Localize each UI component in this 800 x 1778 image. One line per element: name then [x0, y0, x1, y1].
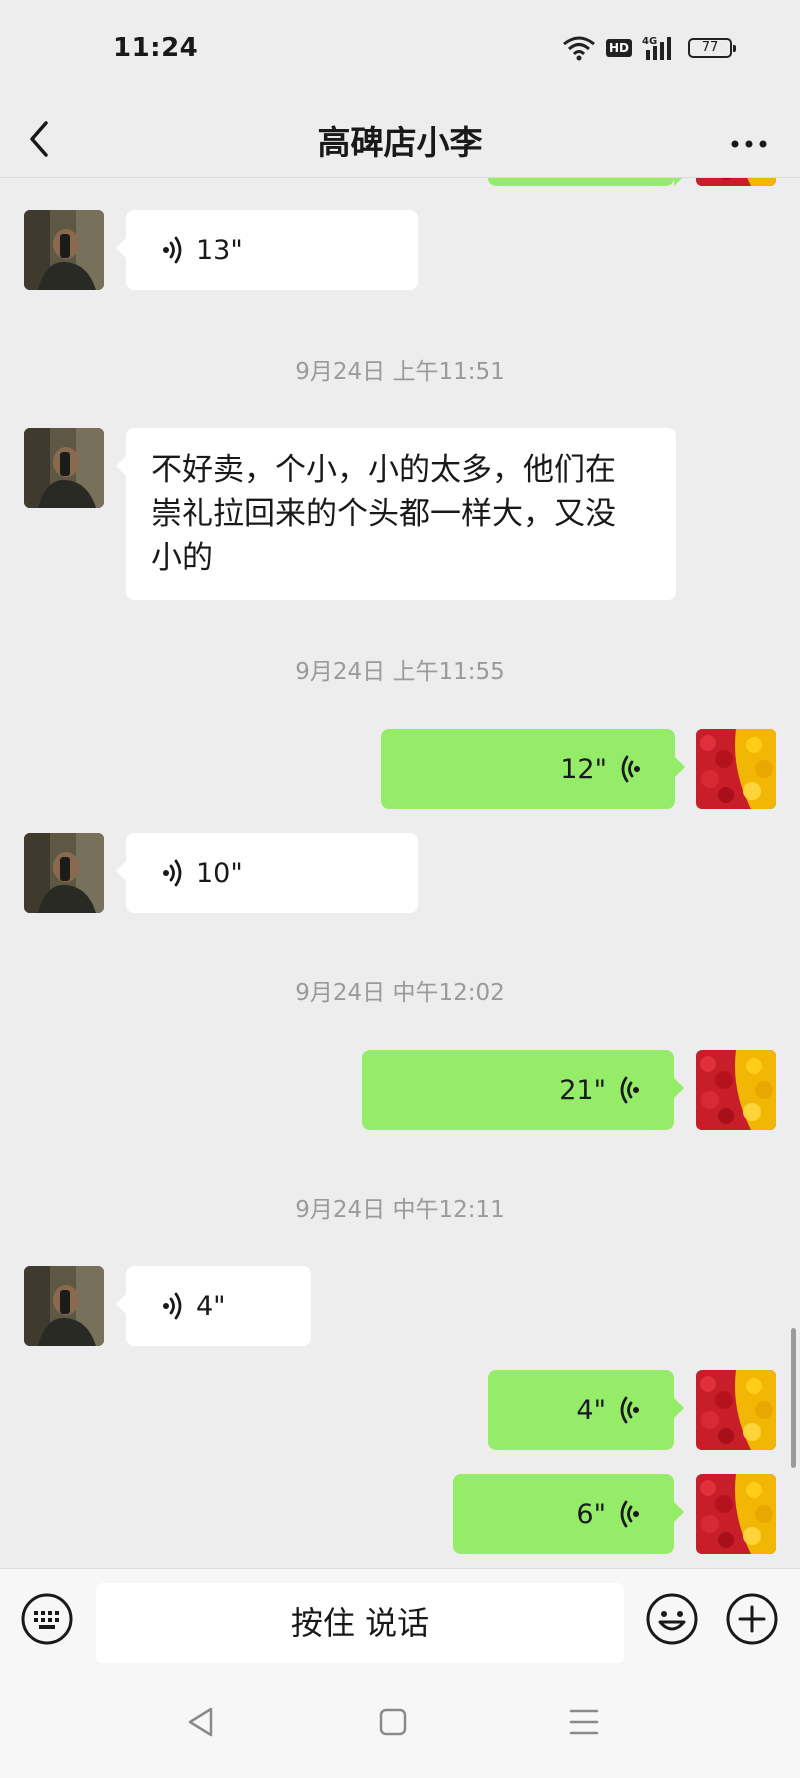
voice-duration: 10": [196, 857, 243, 889]
plus-icon: [726, 1593, 778, 1645]
contact-avatar[interactable]: [24, 210, 104, 290]
chat-title: 高碑店小李: [317, 123, 483, 162]
my-avatar[interactable]: [696, 1050, 776, 1130]
voice-duration: 12": [560, 753, 607, 785]
system-back-button[interactable]: [186, 1706, 216, 1742]
my-avatar[interactable]: [696, 1474, 776, 1554]
voice-duration: 13": [196, 234, 243, 266]
voice-icon: [620, 1500, 639, 1528]
timestamp: 9月24日 中午12:02: [295, 980, 505, 1006]
person-avatar-image: [24, 833, 104, 913]
incoming-voice-bubble[interactable]: 4": [116, 1266, 311, 1346]
flowers-avatar-image: [696, 178, 776, 186]
chat-area[interactable]: 13" 9月24日 上午11:51 不好卖，个小，小的太多，他们在 崇礼拉回来的…: [0, 178, 800, 1568]
battery-level: 77: [701, 40, 719, 55]
message-text-line: 小的: [151, 540, 213, 576]
flowers-avatar-image: [696, 729, 776, 809]
system-home-button[interactable]: [378, 1706, 408, 1742]
voice-icon: [163, 236, 182, 264]
my-avatar[interactable]: [696, 729, 776, 809]
message-text-line: 不好卖，个小，小的太多，他们在: [151, 452, 616, 488]
triangle-back-icon: [188, 1707, 213, 1737]
outgoing-bubble-partial[interactable]: [488, 178, 684, 186]
voice-icon: [620, 1396, 639, 1424]
hold-to-talk-button[interactable]: 按住 说话: [96, 1583, 624, 1663]
voice-icon: [163, 859, 182, 887]
keyboard-icon: [21, 1593, 73, 1645]
incoming-voice-bubble[interactable]: 10": [116, 833, 418, 913]
square-home-icon: [379, 1708, 407, 1736]
flowers-avatar-image: [696, 1474, 776, 1554]
emoji-button[interactable]: [645, 1592, 699, 1646]
system-navigation-bar: [0, 1668, 800, 1778]
my-avatar[interactable]: [696, 178, 776, 186]
outgoing-voice-bubble[interactable]: 12": [381, 729, 685, 809]
timestamp: 9月24日 中午12:11: [295, 1197, 505, 1223]
voice-duration: 6": [576, 1498, 606, 1530]
outgoing-voice-bubble[interactable]: 6": [453, 1474, 684, 1554]
my-avatar[interactable]: [696, 1370, 776, 1450]
contact-avatar[interactable]: [24, 833, 104, 913]
outgoing-voice-bubble[interactable]: 4": [488, 1370, 684, 1450]
battery-indicator: 77: [688, 38, 736, 58]
voice-icon: [163, 1292, 182, 1320]
chat-header: 高碑店小李: [0, 100, 800, 178]
person-avatar-image: [24, 1266, 104, 1346]
more-icon: [731, 140, 767, 148]
input-bar: 按住 说话: [0, 1568, 800, 1668]
person-avatar-image: [24, 210, 104, 290]
voice-duration: 4": [196, 1290, 226, 1322]
status-time: 11:24: [113, 33, 199, 63]
flowers-avatar-image: [696, 1370, 776, 1450]
contact-avatar[interactable]: [24, 1266, 104, 1346]
status-bar: 11:24 HD 4G 77: [0, 0, 800, 100]
voice-icon: [621, 755, 640, 783]
keyboard-toggle-button[interactable]: [20, 1592, 74, 1646]
timestamp: 9月24日 上午11:55: [295, 659, 505, 685]
person-avatar-image: [24, 428, 104, 508]
contact-avatar[interactable]: [24, 428, 104, 508]
more-button[interactable]: [724, 114, 774, 164]
signal-icon: 4G: [642, 36, 671, 60]
hd-badge: HD: [605, 39, 632, 57]
voice-icon: [620, 1076, 639, 1104]
emoji-icon: [646, 1593, 698, 1645]
network-type-label: 4G: [642, 36, 657, 47]
timestamp: 9月24日 上午11:51: [295, 359, 505, 385]
outgoing-voice-bubble[interactable]: 21": [362, 1050, 684, 1130]
message-text-line: 崇礼拉回来的个头都一样大，又没: [151, 496, 616, 532]
flowers-avatar-image: [696, 1050, 776, 1130]
voice-duration: 21": [559, 1074, 606, 1106]
menu-lines-icon: [569, 1709, 599, 1735]
more-functions-button[interactable]: [725, 1592, 779, 1646]
voice-duration: 4": [576, 1394, 606, 1426]
incoming-text-bubble[interactable]: 不好卖，个小，小的太多，他们在 崇礼拉回来的个头都一样大，又没 小的: [116, 428, 676, 600]
system-menu-button[interactable]: [568, 1706, 600, 1742]
incoming-voice-bubble[interactable]: 13": [116, 210, 418, 290]
wifi-icon: [563, 36, 595, 61]
status-icons: HD 4G 77: [562, 34, 736, 62]
chat-scrollbar[interactable]: [791, 1328, 796, 1468]
